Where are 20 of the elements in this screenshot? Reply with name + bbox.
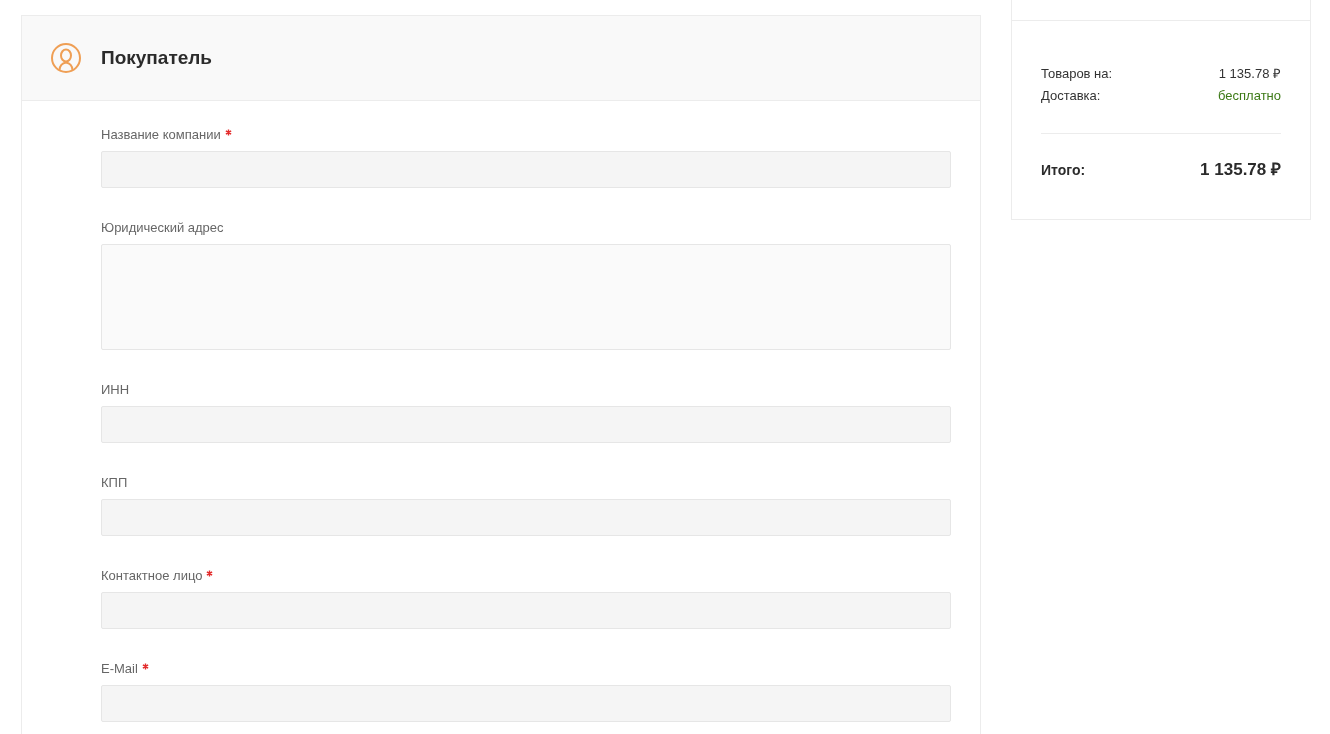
input-field[interactable] (101, 151, 951, 188)
total-label: Итого: (1041, 160, 1086, 180)
user-icon (51, 43, 81, 73)
field-label: КПП (101, 474, 128, 492)
field-label: Название компании (101, 126, 221, 144)
total-value: 1 135.78 ₽ (1200, 159, 1281, 182)
summary-label: Доставка: (1041, 87, 1101, 105)
field-label: Контактное лицо (101, 567, 203, 585)
delivery-value: бесплатно (1218, 87, 1281, 105)
textarea-field[interactable] (101, 244, 951, 350)
amount-value: 1 135.78 ₽ (1218, 65, 1281, 83)
field-label: E-Mail (101, 660, 138, 678)
input-field[interactable] (101, 406, 951, 443)
summary-label: Товаров на: (1041, 65, 1113, 83)
section-title: Покупатель (101, 46, 212, 70)
field-label: ИНН (101, 381, 130, 399)
field-label: Юридический адрес (101, 219, 224, 237)
input-field[interactable] (101, 592, 951, 629)
input-field[interactable] (101, 685, 951, 722)
input-field[interactable] (101, 499, 951, 536)
